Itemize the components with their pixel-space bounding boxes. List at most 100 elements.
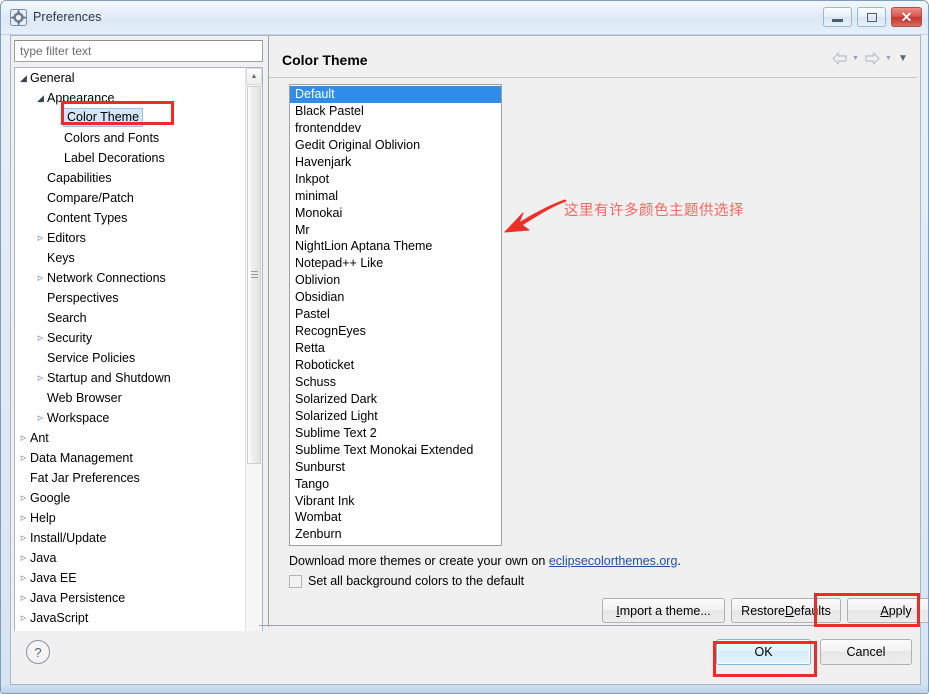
close-button[interactable]: ✕ bbox=[891, 7, 922, 27]
theme-list-item[interactable]: Roboticket bbox=[290, 357, 501, 374]
back-arrow-icon[interactable] bbox=[829, 48, 849, 68]
forward-arrow-icon[interactable] bbox=[862, 48, 882, 68]
scroll-up-arrow-icon[interactable]: ▲ bbox=[246, 68, 262, 85]
tree-item-keys[interactable]: Keys bbox=[15, 248, 262, 268]
tree-collapsed-arrow-icon[interactable] bbox=[17, 508, 30, 529]
tree-item-java-ee[interactable]: Java EE bbox=[15, 568, 262, 588]
theme-list-item[interactable]: Sublime Text Monokai Extended bbox=[290, 442, 501, 459]
filter-input[interactable] bbox=[14, 40, 263, 62]
tree-item-javascript[interactable]: JavaScript bbox=[15, 608, 262, 628]
theme-list-item[interactable]: Inkpot bbox=[290, 171, 501, 188]
tree-item-general[interactable]: General bbox=[15, 68, 262, 88]
tree-item-capabilities[interactable]: Capabilities bbox=[15, 168, 262, 188]
tree-item-help[interactable]: Help bbox=[15, 508, 262, 528]
theme-list-item[interactable]: Pastel bbox=[290, 306, 501, 323]
theme-list-item[interactable]: Oblivion bbox=[290, 272, 501, 289]
theme-list-item[interactable]: NightLion Aptana Theme bbox=[290, 238, 501, 255]
tree-item-label: Keys bbox=[47, 251, 75, 265]
tree-item-google[interactable]: Google bbox=[15, 488, 262, 508]
tree-item-label-decorations[interactable]: Label Decorations bbox=[15, 148, 262, 168]
tree-collapsed-arrow-icon[interactable] bbox=[34, 368, 47, 389]
tree-item-web-browser[interactable]: Web Browser bbox=[15, 388, 262, 408]
tree-collapsed-arrow-icon[interactable] bbox=[17, 428, 30, 449]
import-theme-button[interactable]: Import a theme... bbox=[602, 598, 725, 623]
preferences-tree[interactable]: General Appearance Color Theme Colors and F… bbox=[14, 67, 263, 662]
theme-list-item[interactable]: Mr bbox=[290, 222, 501, 239]
tree-collapsed-arrow-icon[interactable] bbox=[17, 588, 30, 609]
tree-item-service-policies[interactable]: Service Policies bbox=[15, 348, 262, 368]
restore-defaults-button[interactable]: Restore Defaults bbox=[731, 598, 841, 623]
eclipsecolorthemes-link[interactable]: eclipsecolorthemes.org bbox=[549, 554, 678, 568]
theme-list-item[interactable]: Sublime Text 2 bbox=[290, 425, 501, 442]
tree-item-content-types[interactable]: Content Types bbox=[15, 208, 262, 228]
cancel-button[interactable]: Cancel bbox=[820, 639, 912, 665]
tree-item-appearance[interactable]: Appearance bbox=[15, 88, 262, 108]
theme-list-item[interactable]: Sunburst bbox=[290, 459, 501, 476]
tree-collapsed-arrow-icon[interactable] bbox=[17, 528, 30, 549]
theme-list-item[interactable]: Gedit Original Oblivion bbox=[290, 137, 501, 154]
ok-button[interactable]: OK bbox=[716, 639, 811, 665]
theme-list-item[interactable]: Black Pastel bbox=[290, 103, 501, 120]
set-default-background-checkbox[interactable] bbox=[289, 574, 302, 588]
tree-collapsed-arrow-icon[interactable] bbox=[17, 448, 30, 469]
theme-list-item[interactable]: Wombat bbox=[290, 509, 501, 526]
theme-list-item[interactable]: Tango bbox=[290, 476, 501, 493]
tree-item-label: Fat Jar Preferences bbox=[30, 471, 140, 485]
theme-list-item[interactable]: Havenjark bbox=[290, 154, 501, 171]
import-theme-label: mport a theme... bbox=[619, 603, 711, 618]
maximize-button[interactable] bbox=[857, 7, 886, 27]
theme-list-item[interactable]: Monokai bbox=[290, 205, 501, 222]
theme-list[interactable]: Default Black Pastel frontenddev Gedit Orig… bbox=[289, 84, 502, 546]
theme-list-item[interactable]: Obsidian bbox=[290, 289, 501, 306]
theme-list-item[interactable]: frontenddev bbox=[290, 120, 501, 137]
tree-collapsed-arrow-icon[interactable] bbox=[34, 228, 47, 249]
tree-collapsed-arrow-icon[interactable] bbox=[17, 488, 30, 509]
tree-item-perspectives[interactable]: Perspectives bbox=[15, 288, 262, 308]
theme-list-item[interactable]: Solarized Light bbox=[290, 408, 501, 425]
tree-collapsed-arrow-icon[interactable] bbox=[34, 408, 47, 429]
theme-list-item[interactable]: Notepad++ Like bbox=[290, 255, 501, 272]
tree-item-workspace[interactable]: Workspace bbox=[15, 408, 262, 428]
apply-button[interactable]: Apply bbox=[847, 598, 928, 623]
minimize-button[interactable] bbox=[823, 7, 852, 27]
theme-list-item[interactable]: Solarized Dark bbox=[290, 391, 501, 408]
theme-list-item[interactable]: Schuss bbox=[290, 374, 501, 391]
theme-list-item[interactable]: Zenburn bbox=[290, 526, 501, 543]
tree-item-java[interactable]: Java bbox=[15, 548, 262, 568]
tree-item-label: Editors bbox=[47, 231, 86, 245]
tree-item-color-theme[interactable]: Color Theme bbox=[15, 108, 262, 128]
tree-expanded-arrow-icon[interactable] bbox=[17, 68, 30, 89]
tree-item-fat-jar-preferences[interactable]: Fat Jar Preferences bbox=[15, 468, 262, 488]
download-prefix: Download more themes or create your own … bbox=[289, 554, 549, 568]
tree-item-editors[interactable]: Editors bbox=[15, 228, 262, 248]
back-history-chevron-down-icon[interactable]: ▼ bbox=[850, 48, 861, 68]
theme-list-item[interactable]: minimal bbox=[290, 188, 501, 205]
tree-item-install-update[interactable]: Install/Update bbox=[15, 528, 262, 548]
theme-list-item[interactable]: Default bbox=[290, 86, 501, 103]
theme-list-item[interactable]: Retta bbox=[290, 340, 501, 357]
set-default-background-row[interactable]: Set all background colors to the default bbox=[289, 574, 524, 588]
tree-collapsed-arrow-icon[interactable] bbox=[17, 548, 30, 569]
tree-item-search[interactable]: Search bbox=[15, 308, 262, 328]
forward-history-chevron-down-icon[interactable]: ▼ bbox=[883, 48, 894, 68]
tree-item-colors-and-fonts[interactable]: Colors and Fonts bbox=[15, 128, 262, 148]
help-icon[interactable]: ? bbox=[26, 640, 50, 664]
tree-scrollbar[interactable]: ▲ ▼ bbox=[245, 68, 262, 661]
tree-collapsed-arrow-icon[interactable] bbox=[17, 608, 30, 629]
tree-scrollbar-thumb[interactable] bbox=[247, 86, 261, 464]
tree-expanded-arrow-icon[interactable] bbox=[34, 88, 47, 109]
tree-item-ant[interactable]: Ant bbox=[15, 428, 262, 448]
tree-item-data-management[interactable]: Data Management bbox=[15, 448, 262, 468]
tree-item-network-connections[interactable]: Network Connections bbox=[15, 268, 262, 288]
tree-item-compare-patch[interactable]: Compare/Patch bbox=[15, 188, 262, 208]
tree-collapsed-arrow-icon[interactable] bbox=[17, 568, 30, 589]
tree-item-security[interactable]: Security bbox=[15, 328, 262, 348]
tree-item-startup-and-shutdown[interactable]: Startup and Shutdown bbox=[15, 368, 262, 388]
page-menu-chevron-down-icon[interactable]: ▼ bbox=[895, 48, 911, 68]
tree-item-java-persistence[interactable]: Java Persistence bbox=[15, 588, 262, 608]
tree-collapsed-arrow-icon[interactable] bbox=[34, 328, 47, 349]
theme-list-item[interactable]: RecognEyes bbox=[290, 323, 501, 340]
theme-list-item[interactable]: Vibrant Ink bbox=[290, 493, 501, 510]
tree-collapsed-arrow-icon[interactable] bbox=[34, 268, 47, 289]
tree-item-label: Java bbox=[30, 551, 57, 565]
